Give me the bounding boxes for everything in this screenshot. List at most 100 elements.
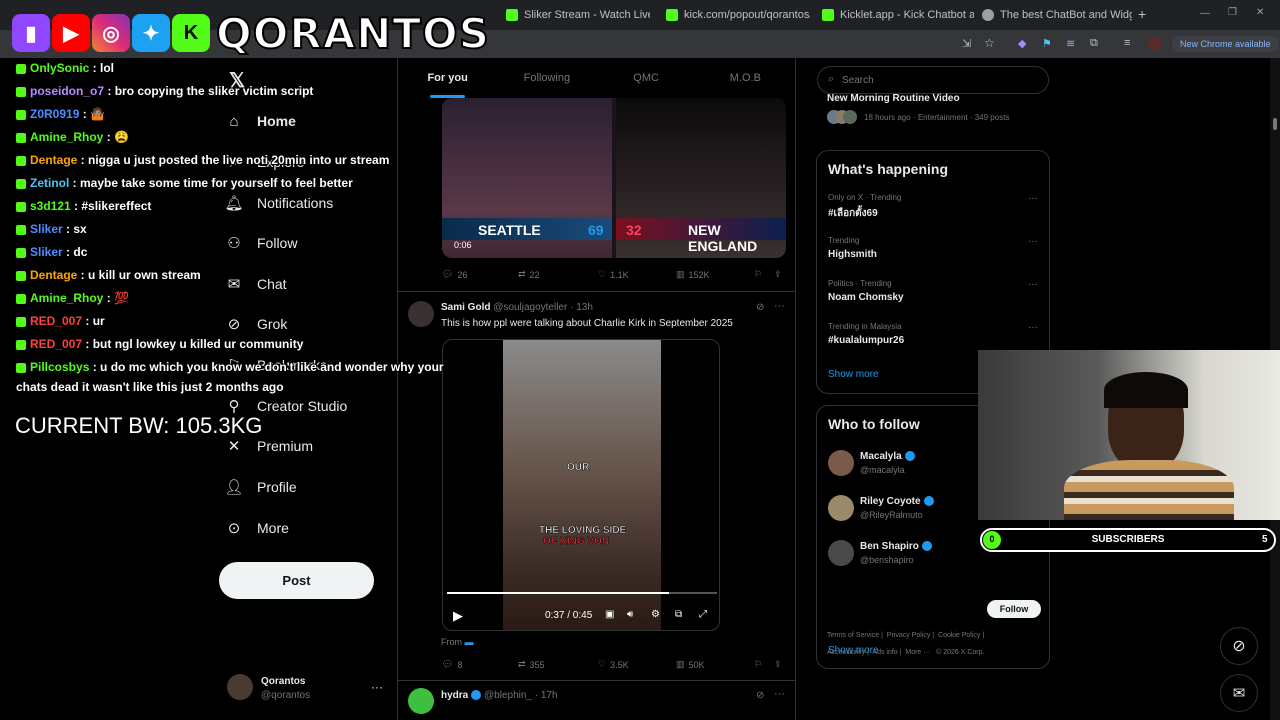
window-close-icon[interactable]: ✕: [1256, 7, 1264, 18]
avatar[interactable]: [408, 301, 434, 327]
settings-icon[interactable]: ⚙: [651, 609, 660, 620]
trend-item[interactable]: Politics · Trending Noam Chomsky ···: [828, 279, 1038, 303]
nav-item-home[interactable]: ⌂ Home: [225, 112, 295, 130]
more-icon[interactable]: ···: [1028, 279, 1038, 290]
progress-fill: [447, 592, 669, 594]
author-name[interactable]: hydra: [441, 690, 468, 701]
chrome-update-chip[interactable]: New Chrome available: [1172, 36, 1279, 52]
volume-icon[interactable]: 🔊︎: [627, 609, 633, 620]
profile-avatar[interactable]: [1148, 37, 1162, 51]
scrollbar-thumb[interactable]: [1273, 118, 1277, 130]
account-name[interactable]: Qorantos: [261, 676, 305, 687]
footer-link[interactable]: Terms of Service: [827, 632, 879, 639]
author-handle[interactable]: @blephin_: [484, 690, 532, 701]
footer-link[interactable]: Cookie Policy: [938, 632, 980, 639]
extension-icon[interactable]: ⚑: [1042, 37, 1052, 50]
reading-list-icon[interactable]: ≡: [1124, 37, 1130, 49]
account-more-icon[interactable]: ···: [371, 680, 383, 694]
fullscreen-icon[interactable]: ⤢: [699, 609, 707, 620]
reply-count[interactable]: 💬︎ 26: [442, 269, 467, 280]
nav-item-follow[interactable]: ⚇ Follow: [225, 234, 297, 252]
follow-suggestion[interactable]: Macalyla @macalyla: [828, 450, 915, 476]
follow-button[interactable]: Follow: [987, 600, 1041, 618]
kick-badge-icon: [16, 86, 26, 97]
author-name[interactable]: Sami Gold: [441, 302, 490, 313]
share-icon[interactable]: ⇪: [774, 269, 782, 280]
avatar[interactable]: [408, 688, 434, 714]
chat-username: Sliker: [30, 222, 63, 236]
footer-link[interactable]: More ···: [905, 649, 930, 656]
video-caption: OUR: [567, 462, 590, 474]
post-video[interactable]: OUR THE LOVING SIDE OF KING VON ▶ 0:37 /…: [442, 339, 720, 631]
star-icon[interactable]: ☆: [984, 36, 995, 50]
extension-icon[interactable]: ◆: [1018, 37, 1026, 50]
like-count[interactable]: ♡ 3.5K: [598, 659, 629, 670]
nav-item-premium[interactable]: ✕ Premium: [225, 437, 313, 455]
reply-count[interactable]: 💬︎ 8: [442, 659, 462, 670]
puzzle-icon[interactable]: ⧉: [1090, 37, 1098, 50]
trend-item[interactable]: Trending in Malaysia #kualalumpur26 ···: [828, 322, 1038, 346]
author-handle[interactable]: @souljagoyteller: [493, 302, 567, 313]
trend-item[interactable]: Trending Highsmith ···: [828, 236, 1038, 260]
install-icon[interactable]: ⇲: [962, 37, 971, 50]
browser-tab[interactable]: Sliker Stream - Watch Live on K ✕: [500, 4, 650, 26]
chat-message: Pillcosbys : u do mc which you know we d…: [16, 360, 444, 374]
kick-badge-icon: [16, 132, 26, 143]
maximize-icon[interactable]: ❐: [1228, 7, 1237, 18]
footer-link[interactable]: Privacy Policy: [887, 632, 931, 639]
grok-icon: ⊘: [227, 316, 241, 333]
more-icon[interactable]: ···: [1028, 193, 1038, 204]
repost-count[interactable]: ⇄ 355: [518, 659, 545, 670]
browser-tab[interactable]: kick.com/popout/qorantos/cha ✕: [660, 4, 810, 26]
repost-count[interactable]: ⇄ 22: [518, 269, 540, 280]
trend-item[interactable]: Only on X · Trending #เลือกตั้ง69 ···: [828, 193, 1038, 221]
post-header: hydra @blephin_ · 17h: [441, 690, 558, 701]
trend-title[interactable]: New Morning Routine Video: [827, 93, 960, 104]
view-count[interactable]: ▥ 152K: [676, 269, 710, 280]
grok-float-button[interactable]: ⊘: [1220, 627, 1258, 665]
nav-item-chat[interactable]: ✉ Chat: [225, 275, 287, 293]
folder-icon[interactable]: ▬: [465, 637, 474, 647]
minimize-icon[interactable]: —: [1200, 8, 1210, 19]
like-count[interactable]: ♡ 1.1K: [598, 269, 629, 280]
follow-suggestion[interactable]: Riley Coyote @RileyRalmuto: [828, 495, 934, 521]
tab-following[interactable]: Following: [497, 58, 596, 98]
post-media[interactable]: SEATTLE 69 32 NEW ENGLAND 0:06: [442, 98, 786, 258]
more-icon[interactable]: ···: [1028, 236, 1038, 247]
footer-link[interactable]: Accessibility: [827, 649, 865, 656]
show-more-link[interactable]: Show more: [828, 369, 879, 380]
tab-mob[interactable]: M.O.B: [696, 58, 795, 98]
play-icon[interactable]: ▶: [453, 608, 463, 624]
messages-float-button[interactable]: ✉: [1220, 674, 1258, 712]
view-count[interactable]: ▥ 50K: [676, 659, 705, 670]
search-placeholder[interactable]: Search: [842, 75, 874, 86]
tab-for-you[interactable]: For you: [398, 58, 497, 98]
grok-icon[interactable]: ⊘: [756, 690, 764, 701]
pip-icon[interactable]: ⧉: [675, 609, 682, 620]
bookmark-icon[interactable]: ⚐: [754, 659, 762, 670]
more-icon[interactable]: ···: [1028, 322, 1038, 333]
browser-tab[interactable]: Kicklet.app - Kick Chatbot and ✕: [816, 4, 974, 26]
browser-tab[interactable]: The best ChatBot and Widgets ✕: [976, 4, 1132, 26]
footer-link[interactable]: Ads info: [872, 649, 897, 656]
heart-icon: ♡: [598, 269, 607, 279]
post-more-icon[interactable]: ···: [774, 688, 785, 700]
tab-qmc[interactable]: QMC: [597, 58, 696, 98]
bookmark-icon[interactable]: ⚐: [754, 269, 762, 280]
avatar[interactable]: [227, 674, 253, 700]
post-more-icon[interactable]: ···: [774, 300, 785, 312]
nav-item-notifications[interactable]: 🔔︎ Notifications: [224, 194, 333, 212]
post-button[interactable]: Post: [219, 562, 374, 599]
new-tab-button[interactable]: +: [1138, 6, 1146, 22]
share-icon[interactable]: ⇪: [774, 659, 782, 670]
nav-item-more[interactable]: ⊙ More: [225, 519, 289, 537]
nav-item-profile[interactable]: 👤︎ Profile: [224, 478, 296, 496]
kick-badge-icon: [16, 109, 26, 120]
nav-item-grok[interactable]: ⊘ Grok: [225, 315, 288, 333]
extension-icon[interactable]: ≋: [1066, 37, 1075, 50]
grok-icon[interactable]: ⊘: [756, 302, 764, 313]
follow-suggestion[interactable]: Ben Shapiro @benshapiro: [828, 540, 932, 566]
video-caption: THE LOVING SIDE: [539, 525, 627, 537]
captions-icon[interactable]: ▣: [605, 609, 614, 620]
search-box[interactable]: ⌕ Search: [817, 66, 1049, 94]
